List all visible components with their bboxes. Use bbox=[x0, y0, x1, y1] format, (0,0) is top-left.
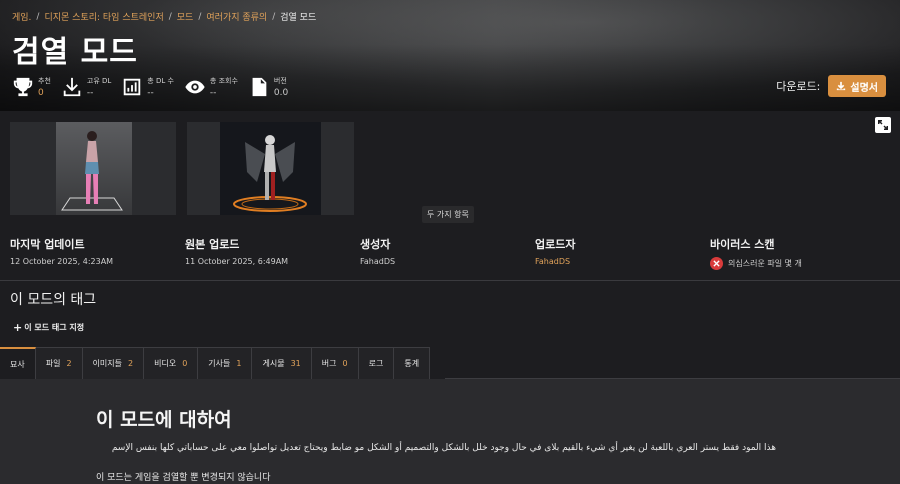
download-icon bbox=[837, 81, 846, 91]
stat-label: 고유 DL bbox=[86, 77, 112, 85]
stat-value: -- bbox=[86, 88, 94, 98]
tab-count: 2 bbox=[128, 359, 134, 368]
eye-icon bbox=[184, 76, 206, 98]
tab-label: 로그 bbox=[368, 359, 384, 368]
stat-version: 버전 0.0 bbox=[248, 76, 288, 98]
stat-label: 총 DL 수 bbox=[147, 77, 174, 85]
meta-label: 업로드자 bbox=[535, 238, 576, 251]
mod-tabs: 묘사 파일 2 이미지들 2 비디오 0 기사들 1 게시물 31 버그 0 로… bbox=[0, 347, 431, 379]
stat-label: 총 조회수 bbox=[209, 77, 238, 85]
breadcrumb-separator: / bbox=[168, 11, 172, 22]
stat-unique-downloads: 고유 DL -- bbox=[61, 76, 111, 98]
mod-metadata: 마지막 업데이트 12 October 2025, 4:23AM 원본 업로드 … bbox=[0, 236, 900, 280]
breadcrumb-separator: / bbox=[198, 11, 202, 22]
gallery-image-2[interactable] bbox=[187, 122, 354, 215]
stat-total-views: 총 조회수 -- bbox=[184, 76, 238, 98]
virus-scan-result[interactable]: 의심스러운 파일 몇 개 bbox=[710, 257, 802, 270]
stat-value: -- bbox=[147, 88, 154, 98]
meta-label: 원본 업로드 bbox=[185, 238, 240, 251]
download-icon bbox=[61, 76, 83, 98]
tab-label: 비디오 bbox=[154, 359, 177, 368]
tab-count: 31 bbox=[290, 359, 301, 368]
uploader-link[interactable]: FahadDS bbox=[535, 257, 575, 266]
tab-label: 기사들 bbox=[208, 359, 231, 368]
section-divider bbox=[0, 280, 900, 281]
tab-stats[interactable]: 통계 bbox=[394, 347, 431, 379]
tab-bugs[interactable]: 버그 0 bbox=[311, 347, 359, 379]
meta-creator: 생성자 FahadDS bbox=[360, 236, 395, 266]
stat-value: 0.0 bbox=[273, 88, 289, 98]
trophy-icon bbox=[12, 76, 34, 98]
meta-last-update: 마지막 업데이트 12 October 2025, 4:23AM bbox=[10, 236, 113, 266]
breadcrumb-mods[interactable]: 모드 bbox=[177, 10, 194, 23]
stat-endorsements: 추천 0 bbox=[12, 76, 51, 98]
add-tag-button[interactable]: + 이 모드 태그 지정 bbox=[13, 322, 84, 333]
tab-count: 0 bbox=[342, 359, 348, 368]
gallery-image-2-picture bbox=[187, 122, 354, 215]
description-panel: 이 모드에 대하여 هذا المود فقط يستر العري باللع… bbox=[0, 379, 900, 484]
tab-count: 0 bbox=[182, 359, 188, 368]
gallery-image-1[interactable] bbox=[10, 122, 176, 215]
meta-value: 12 October 2025, 4:23AM bbox=[10, 257, 114, 266]
plus-icon: + bbox=[13, 320, 23, 334]
meta-label: 생성자 bbox=[360, 238, 391, 251]
tab-logs[interactable]: 로그 bbox=[358, 347, 395, 379]
tab-description[interactable]: 묘사 bbox=[0, 347, 36, 379]
stat-label: 추천 bbox=[38, 77, 51, 85]
tab-label: 묘사 bbox=[10, 359, 25, 369]
meta-virus-scan: 바이러스 스캔 의심스러운 파일 몇 개 bbox=[710, 236, 802, 270]
breadcrumb-separator: / bbox=[36, 11, 40, 22]
add-tag-label: 이 모드 태그 지정 bbox=[24, 323, 85, 332]
tab-posts[interactable]: 게시물 31 bbox=[252, 347, 312, 379]
stat-total-downloads: 총 DL 수 -- bbox=[121, 76, 174, 98]
document-icon bbox=[248, 76, 270, 98]
mod-stats: 추천 0 고유 DL -- 총 DL 수 -- 총 조회수 -- 버전 0.0 bbox=[12, 76, 298, 98]
meta-value: 의심스러운 파일 몇 개 bbox=[728, 259, 802, 268]
meta-label: 마지막 업데이트 bbox=[10, 238, 85, 251]
tab-images[interactable]: 이미지들 2 bbox=[82, 347, 145, 379]
tab-files[interactable]: 파일 2 bbox=[35, 347, 83, 379]
breadcrumb-category[interactable]: 여러가지 종류의 bbox=[206, 10, 267, 23]
tab-label: 이미지들 bbox=[92, 359, 123, 368]
bar-chart-icon bbox=[121, 76, 143, 98]
download-label: 다운로드: bbox=[776, 80, 821, 93]
tab-videos[interactable]: 비디오 0 bbox=[144, 347, 199, 379]
gallery-image-1-picture bbox=[10, 122, 176, 215]
tab-label: 통계 bbox=[404, 359, 420, 368]
tab-label: 버그 bbox=[321, 359, 337, 368]
stat-value: 0 bbox=[38, 88, 44, 98]
tab-label: 게시물 bbox=[262, 359, 285, 368]
download-area: 다운로드: 설명서 bbox=[776, 75, 886, 97]
breadcrumb-separator: / bbox=[272, 11, 276, 22]
description-note: 이 모드는 게임을 검열할 뿐 변경되지 않습니다 bbox=[96, 473, 271, 483]
fullscreen-expand-icon[interactable] bbox=[875, 117, 891, 133]
warning-x-icon bbox=[710, 257, 723, 270]
manual-download-label: 설명서 bbox=[850, 82, 878, 94]
meta-original-upload: 원본 업로드 11 October 2025, 6:49AM bbox=[185, 236, 288, 266]
breadcrumb-game[interactable]: 디지몬 스토리: 타임 스트레인저 bbox=[44, 10, 163, 23]
meta-label: 바이러스 스캔 bbox=[710, 238, 775, 251]
mod-header-banner: 게임. / 디지몬 스토리: 타임 스트레인저 / 모드 / 여러가지 종류의 … bbox=[0, 0, 900, 111]
page-title: 검열 모드 bbox=[12, 35, 138, 70]
meta-uploader: 업로드자 FahadDS bbox=[535, 236, 575, 266]
gallery-count-tooltip: 두 가지 항목 bbox=[422, 206, 474, 223]
breadcrumb-current: 검열 모드 bbox=[280, 13, 317, 23]
image-gallery: 두 가지 항목 bbox=[0, 111, 900, 226]
tab-label: 파일 bbox=[45, 359, 61, 368]
tab-articles[interactable]: 기사들 1 bbox=[198, 347, 253, 379]
manual-download-button[interactable]: 설명서 bbox=[828, 75, 886, 97]
description-arabic-text: هذا المود فقط يستر العري باللعبة لن يغير… bbox=[111, 443, 776, 453]
tab-count: 2 bbox=[66, 359, 72, 368]
meta-value: 11 October 2025, 6:49AM bbox=[185, 257, 289, 266]
tab-count: 1 bbox=[236, 359, 242, 368]
breadcrumb-games[interactable]: 게임. bbox=[12, 10, 31, 23]
stat-value: -- bbox=[209, 88, 217, 98]
breadcrumb: 게임. / 디지몬 스토리: 타임 스트레인저 / 모드 / 여러가지 종류의 … bbox=[12, 10, 317, 24]
stat-label: 버전 bbox=[273, 77, 287, 85]
about-heading: 이 모드에 대하여 bbox=[96, 409, 232, 431]
tags-heading: 이 모드의 태그 bbox=[10, 292, 97, 308]
meta-value: FahadDS bbox=[360, 257, 396, 266]
